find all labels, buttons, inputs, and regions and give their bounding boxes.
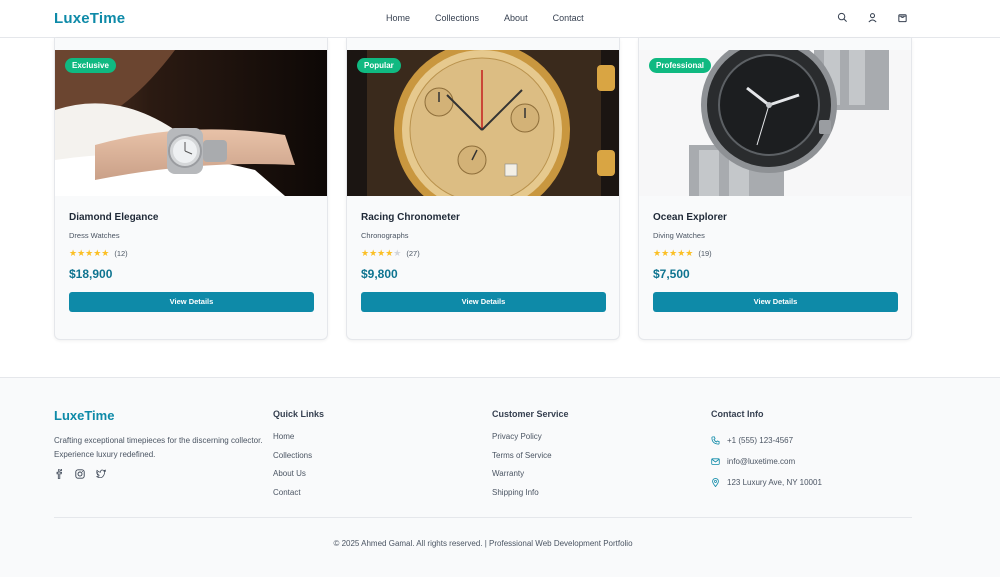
quick-links-heading: Quick Links (273, 409, 325, 419)
product-title[interactable]: Ocean Explorer (653, 212, 727, 223)
review-count: (19) (698, 249, 712, 258)
contact-address: 123 Luxury Ave, NY 10001 (711, 472, 822, 493)
footer-divider (54, 517, 912, 518)
mail-icon (711, 458, 720, 465)
location-pin-icon (712, 478, 719, 487)
product-title[interactable]: Diamond Elegance (69, 212, 158, 223)
customer-service: Customer Service Privacy Policy Terms of… (492, 409, 569, 506)
product-title[interactable]: Racing Chronometer (361, 212, 460, 223)
quick-links: Quick Links Home Collections About Us Co… (273, 409, 324, 506)
star-rating-icon: ★★★★★ (361, 248, 402, 258)
product-badge: Professional (649, 58, 712, 73)
view-details-button[interactable]: View Details (69, 292, 314, 312)
phone-icon (711, 436, 720, 445)
footer-link-collections[interactable]: Collections (273, 451, 324, 470)
contact-info-heading: Contact Info (711, 409, 764, 419)
product-price: $18,900 (69, 267, 113, 281)
footer-link-warranty[interactable]: Warranty (492, 469, 569, 488)
product-badge: Exclusive (65, 58, 116, 73)
contact-email-text[interactable]: info@luxetime.com (727, 457, 795, 466)
review-count: (12) (114, 249, 128, 258)
twitter-icon[interactable] (96, 469, 106, 479)
view-details-button[interactable]: View Details (361, 292, 606, 312)
cart-icon[interactable] (897, 12, 908, 23)
contact-email: info@luxetime.com (711, 451, 822, 472)
brand-logo[interactable]: LuxeTime (54, 10, 125, 27)
footer-link-about[interactable]: About Us (273, 469, 324, 488)
product-rating: ★★★★★ (19) (653, 248, 712, 259)
nav-about[interactable]: About (504, 13, 528, 23)
contact-phone: +1 (555) 123-4567 (711, 430, 822, 451)
footer-link-terms[interactable]: Terms of Service (492, 451, 569, 470)
product-category: Dress Watches (69, 231, 120, 240)
product-card: Professional Ocean Explorer Diving Watch… (638, 38, 912, 340)
contact-info: Contact Info +1 (555) 123-4567 info@luxe… (711, 409, 822, 493)
product-category: Diving Watches (653, 231, 705, 240)
main-nav: Home Collections About Contact (386, 13, 609, 23)
nav-collections[interactable]: Collections (435, 13, 479, 23)
product-price: $9,800 (361, 267, 398, 281)
site-footer: LuxeTime Crafting exceptional timepieces… (0, 377, 1000, 577)
review-count: (27) (406, 249, 420, 258)
product-category: Chronographs (361, 231, 409, 240)
customer-service-heading: Customer Service (492, 409, 569, 419)
footer-link-shipping[interactable]: Shipping Info (492, 488, 569, 507)
nav-home[interactable]: Home (386, 13, 410, 23)
product-card: Exclusive Diamond Elegance Dress Watches… (54, 38, 328, 340)
star-rating-icon: ★★★★★ (653, 248, 694, 258)
product-badge: Popular (357, 58, 401, 73)
site-header: LuxeTime Home Collections About Contact (0, 0, 1000, 38)
footer-link-home[interactable]: Home (273, 432, 324, 451)
instagram-icon[interactable] (75, 469, 85, 479)
facebook-icon[interactable] (54, 469, 64, 479)
search-icon[interactable] (837, 12, 848, 23)
product-rating: ★★★★★ (12) (69, 248, 128, 259)
copyright: © 2025 Ahmed Gamal. All rights reserved.… (333, 539, 633, 548)
header-actions (837, 12, 908, 23)
footer-description: Crafting exceptional timepieces for the … (54, 436, 263, 459)
product-rating: ★★★★★ (27) (361, 248, 420, 259)
view-details-button[interactable]: View Details (653, 292, 898, 312)
product-grid: Exclusive Diamond Elegance Dress Watches… (54, 38, 912, 340)
product-price: $7,500 (653, 267, 690, 281)
footer-link-privacy[interactable]: Privacy Policy (492, 432, 569, 451)
footer-logo[interactable]: LuxeTime (54, 408, 114, 423)
contact-address-text: 123 Luxury Ave, NY 10001 (727, 478, 822, 487)
footer-link-contact[interactable]: Contact (273, 488, 324, 507)
nav-contact[interactable]: Contact (553, 13, 584, 23)
contact-phone-text[interactable]: +1 (555) 123-4567 (727, 436, 793, 445)
user-icon[interactable] (867, 12, 878, 23)
product-card: Popular Racing Chronometer Chronographs … (346, 38, 620, 340)
social-links (54, 469, 106, 479)
star-rating-icon: ★★★★★ (69, 248, 110, 258)
